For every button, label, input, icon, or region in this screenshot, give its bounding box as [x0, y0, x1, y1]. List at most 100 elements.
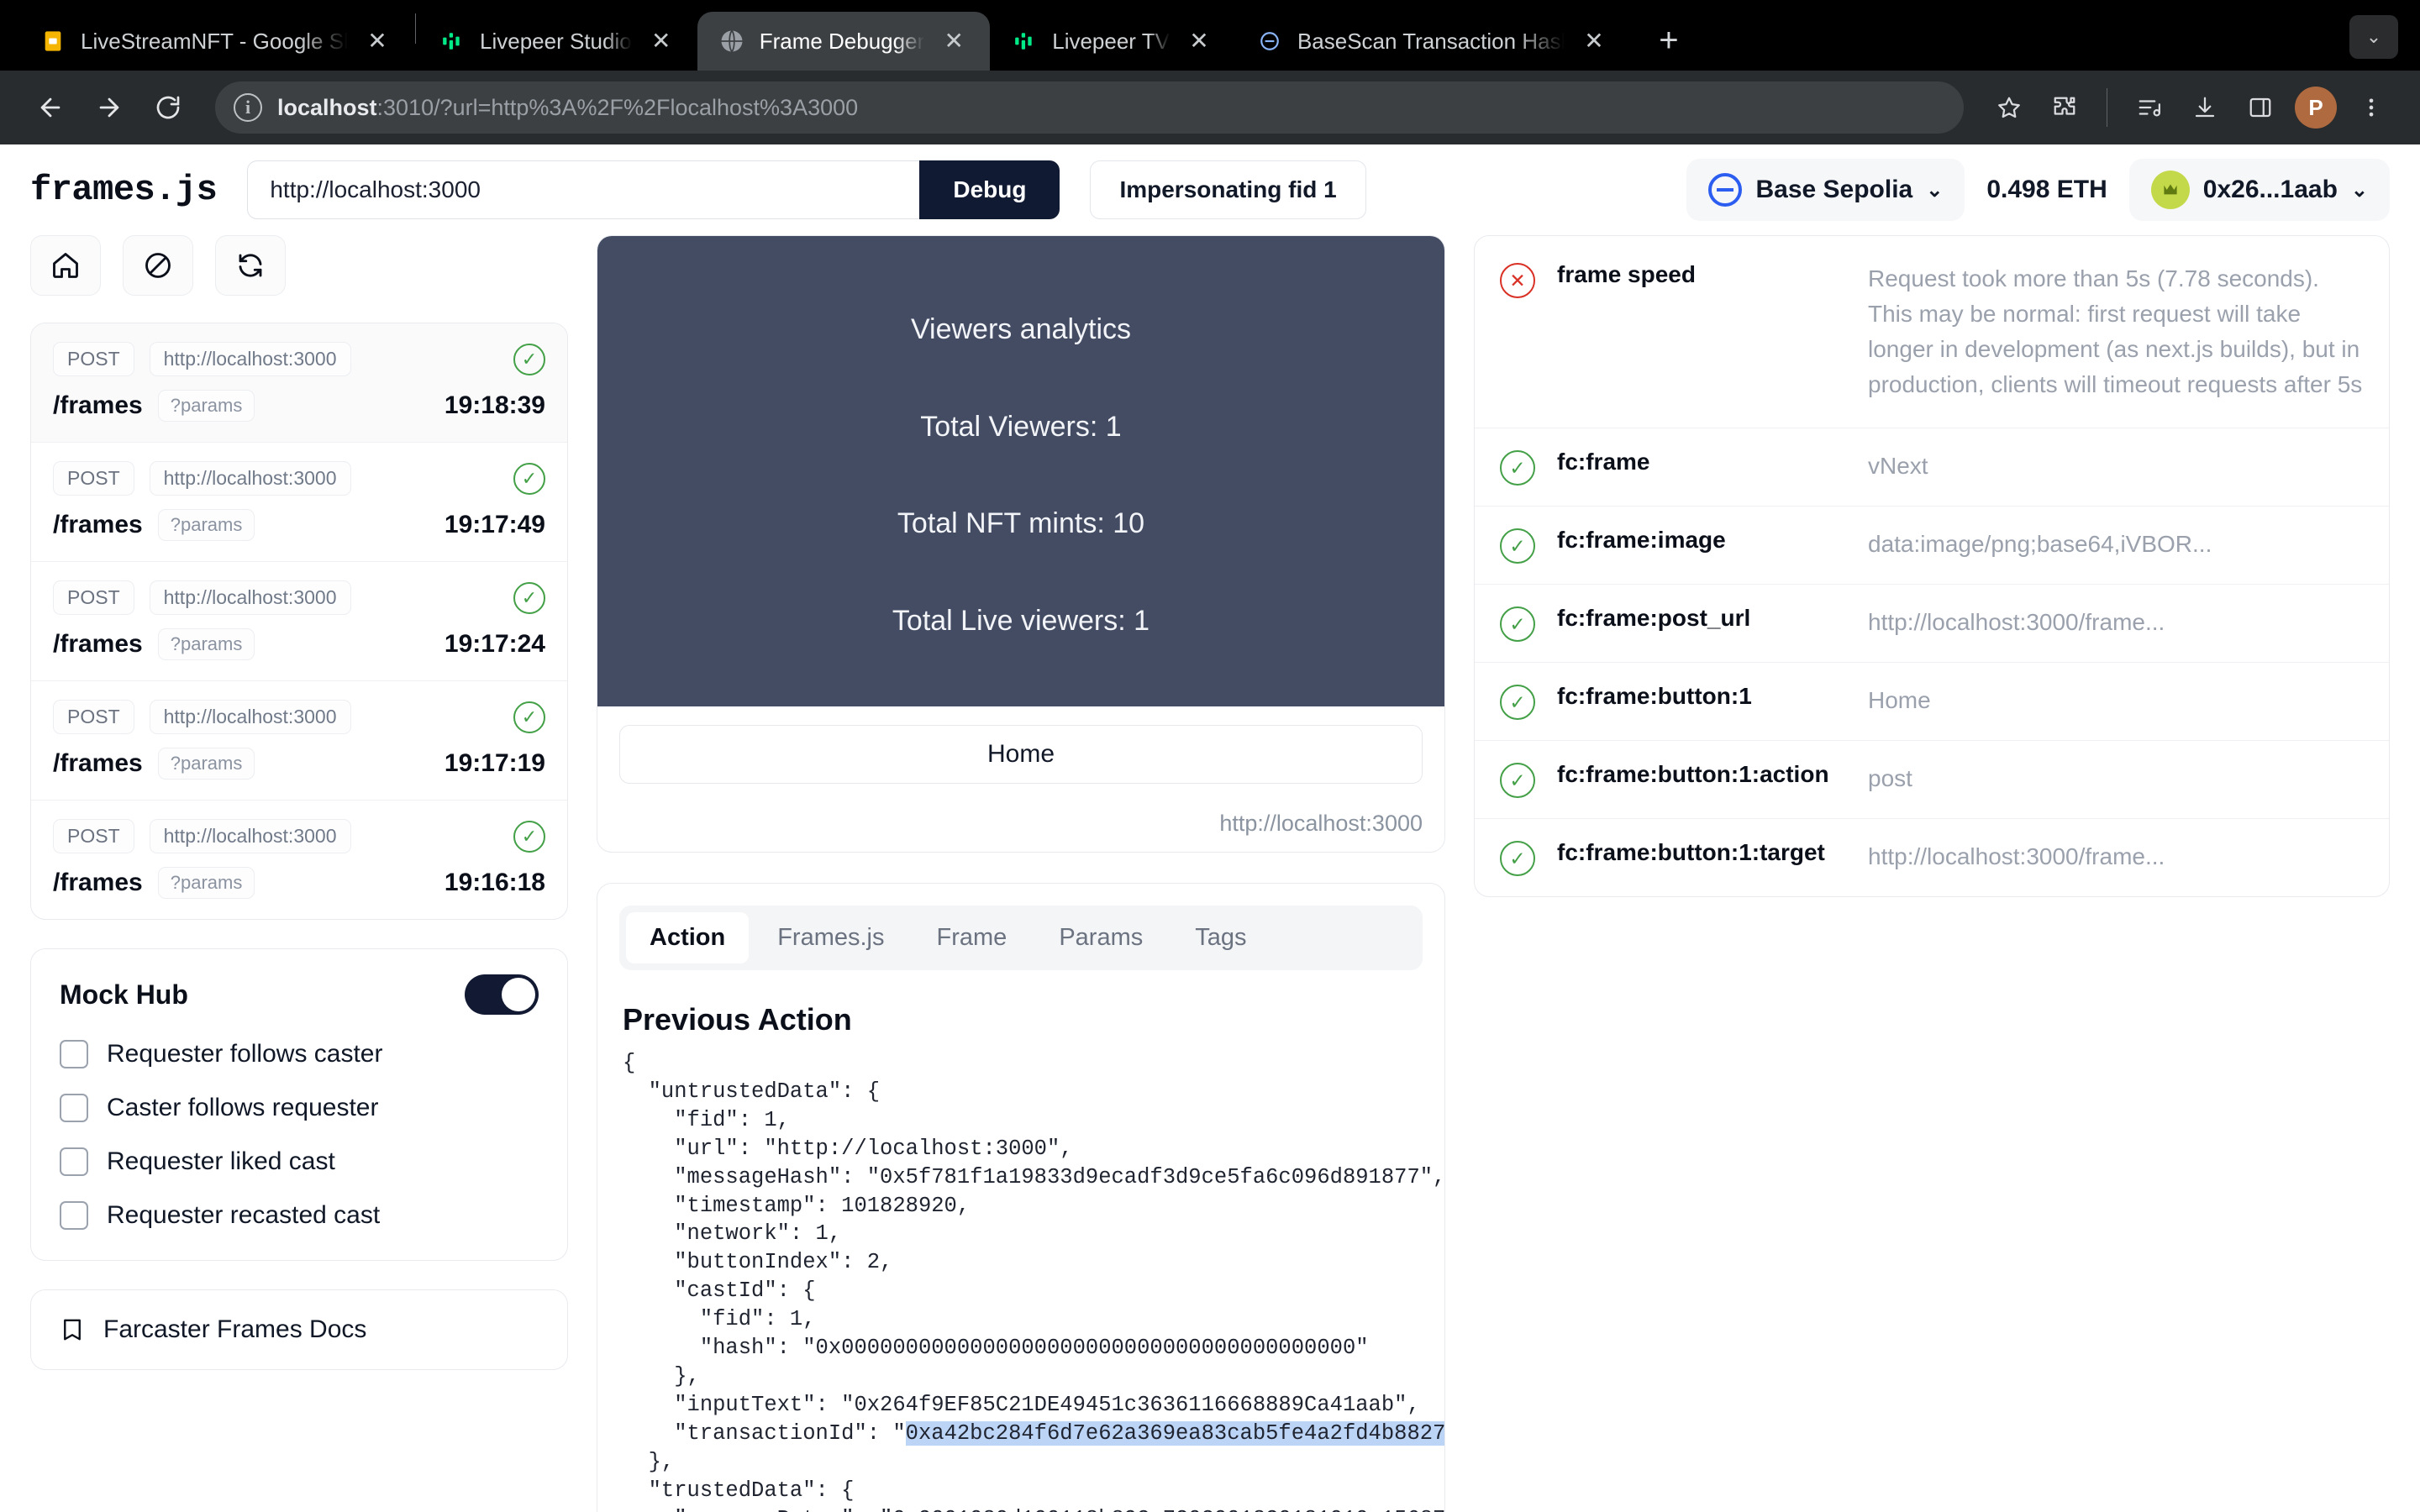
site-info-icon[interactable]: i — [234, 93, 262, 122]
mock-hub-toggle[interactable] — [465, 974, 539, 1015]
request-list-item[interactable]: POST http://localhost:3000 ✓ /frames ?pa… — [31, 562, 567, 681]
debug-button[interactable]: Debug — [919, 160, 1060, 219]
frame-url-input[interactable]: http://localhost:3000 — [247, 160, 920, 219]
frame-image-line-0: Viewers analytics — [910, 313, 1132, 346]
validation-column: ✕ frame speed Request took more than 5s … — [1474, 235, 2390, 1512]
request-url: http://localhost:3000 — [149, 342, 351, 376]
home-icon[interactable] — [30, 235, 101, 296]
close-icon[interactable]: ✕ — [1580, 27, 1608, 55]
frame-image-line-2: Total NFT mints: 10 — [897, 507, 1145, 540]
tab-frame[interactable]: Frame — [913, 912, 1031, 963]
checkbox[interactable] — [60, 1147, 88, 1176]
request-list-item[interactable]: POST http://localhost:3000 ✓ /frames ?pa… — [31, 681, 567, 801]
json-highlighted-value[interactable]: 0xa42bc284f6d7e62a369ea83cab5fe4a2fd4b88… — [905, 1420, 1444, 1446]
validation-value: post — [1868, 765, 1912, 791]
browser-tab-title: Livepeer Studio — [480, 28, 632, 54]
book-icon — [60, 1315, 85, 1344]
mock-hub-option-1[interactable]: Caster follows requester — [60, 1094, 539, 1122]
request-list-item[interactable]: POST http://localhost:3000 ✓ /frames ?pa… — [31, 443, 567, 562]
browser-tab-2[interactable]: Frame Debugger ✕ — [697, 12, 991, 71]
close-icon[interactable]: ✕ — [363, 27, 392, 55]
left-sidebar: POST http://localhost:3000 ✓ /frames ?pa… — [30, 235, 568, 1512]
mock-hub-option-0[interactable]: Requester follows caster — [60, 1040, 539, 1068]
inspector-panel: Action Frames.js Frame Params Tags Previ… — [597, 883, 1445, 1512]
livepeer-icon — [1012, 29, 1037, 54]
close-icon[interactable]: ✕ — [647, 27, 676, 55]
request-route: /frames — [53, 391, 143, 419]
frame-source-url: http://localhost:3000 — [1219, 811, 1423, 836]
reload-button[interactable] — [141, 81, 195, 134]
basescan-icon — [1257, 29, 1282, 54]
frame-image-line-1: Total Viewers: 1 — [920, 410, 1122, 443]
validation-row-fc-frame-button-1: ✓ fc:frame:button:1 Home — [1475, 663, 2389, 741]
address-bar[interactable]: i localhost:3010/?url=http%3A%2F%2Flocal… — [215, 81, 1964, 134]
account-selector[interactable]: 0x26...1aab ⌄ — [2128, 159, 2390, 221]
json-after: }, "trustedData": { "messageBytes": "0a9… — [648, 1449, 1444, 1512]
address-bar-url: localhost:3010/?url=http%3A%2F%2Flocalho… — [277, 95, 858, 121]
tab-params[interactable]: Params — [1035, 912, 1166, 963]
tab-divider — [415, 13, 416, 44]
request-list-item[interactable]: POST http://localhost:3000 ✓ /frames ?pa… — [31, 323, 567, 443]
tab-framesjs[interactable]: Frames.js — [754, 912, 908, 963]
mock-hub-option-2[interactable]: Requester liked cast — [60, 1147, 539, 1176]
status-ok-icon: ✓ — [1500, 606, 1535, 642]
reading-list-icon[interactable] — [2124, 82, 2175, 133]
checkbox[interactable] — [60, 1040, 88, 1068]
mock-hub-header: Mock Hub — [60, 974, 539, 1015]
farcaster-docs-link[interactable]: Farcaster Frames Docs — [30, 1289, 568, 1370]
browser-tab-title: BaseScan Transaction Hash ( — [1297, 28, 1565, 54]
browser-tab-0[interactable]: LiveStreamNFT - Google Slides ✕ — [18, 12, 413, 71]
inspector-section-title: Previous Action — [623, 1002, 852, 1037]
mock-hub-panel: Mock Hub Requester follows caster Caster… — [30, 948, 568, 1261]
block-icon[interactable] — [123, 235, 193, 296]
status-ok-icon: ✓ — [513, 820, 545, 853]
kebab-menu-icon[interactable] — [2346, 82, 2396, 133]
validation-row-fc-frame-image: ✓ fc:frame:image data:image/png;base64,i… — [1475, 507, 2389, 585]
browser-toolbar: i localhost:3010/?url=http%3A%2F%2Flocal… — [0, 71, 2420, 144]
checkbox-label: Requester recasted cast — [107, 1201, 381, 1229]
status-error-icon: ✕ — [1500, 263, 1535, 298]
checkbox-label: Requester liked cast — [107, 1147, 335, 1175]
request-url: http://localhost:3000 — [149, 461, 351, 496]
download-icon[interactable] — [2180, 82, 2230, 133]
back-button[interactable] — [24, 81, 77, 134]
close-icon[interactable]: ✕ — [939, 27, 968, 55]
new-tab-button[interactable]: + — [1645, 17, 1692, 64]
validation-row-frame-speed: ✕ frame speed Request took more than 5s … — [1475, 236, 2389, 428]
request-route: /frames — [53, 630, 143, 658]
validation-key: fc:frame:post_url — [1557, 605, 1751, 631]
side-panel-icon[interactable] — [2235, 82, 2286, 133]
chevron-down-icon[interactable]: ⌄ — [2349, 15, 2398, 59]
tab-tags[interactable]: Tags — [1171, 912, 1270, 963]
forward-button[interactable] — [82, 81, 136, 134]
globe-icon — [719, 29, 744, 54]
impersonating-button[interactable]: Impersonating fid 1 — [1090, 160, 1366, 219]
app-brand: frames.js — [30, 170, 218, 210]
browser-tab-4[interactable]: BaseScan Transaction Hash ( ✕ — [1235, 12, 1630, 71]
url-host: localhost — [277, 94, 377, 120]
toggle-knob — [502, 978, 535, 1011]
status-ok-icon: ✓ — [513, 462, 545, 495]
validation-row-fc-frame-button-1-target: ✓ fc:frame:button:1:target http://localh… — [1475, 819, 2389, 896]
frame-validation-list: ✕ frame speed Request took more than 5s … — [1474, 235, 2390, 897]
browser-chrome: LiveStreamNFT - Google Slides ✕ Livepeer… — [0, 0, 2420, 144]
refresh-icon[interactable] — [215, 235, 286, 296]
validation-value: data:image/png;base64,iVBOR... — [1868, 531, 2212, 557]
close-icon[interactable]: ✕ — [1185, 27, 1213, 55]
browser-tab-1[interactable]: Livepeer Studio ✕ — [418, 12, 697, 71]
profile-avatar[interactable]: P — [2291, 82, 2341, 133]
star-icon[interactable] — [1984, 82, 2034, 133]
puzzle-icon[interactable] — [2039, 82, 2090, 133]
wallet-balance: 0.498 ETH — [1986, 176, 2107, 203]
tab-action[interactable]: Action — [626, 912, 750, 963]
frame-button-1[interactable]: Home — [619, 725, 1423, 784]
request-list-item[interactable]: POST http://localhost:3000 ✓ /frames ?pa… — [31, 801, 567, 919]
browser-tab-3[interactable]: Livepeer TV ✕ — [990, 12, 1235, 71]
checkbox[interactable] — [60, 1201, 88, 1230]
validation-value: Request took more than 5s (7.78 seconds)… — [1868, 265, 2363, 397]
request-params-chip: ?params — [157, 509, 255, 541]
request-route: /frames — [53, 749, 143, 777]
mock-hub-option-3[interactable]: Requester recasted cast — [60, 1201, 539, 1230]
checkbox[interactable] — [60, 1094, 88, 1122]
chain-selector[interactable]: Base Sepolia ⌄ — [1686, 159, 1965, 221]
